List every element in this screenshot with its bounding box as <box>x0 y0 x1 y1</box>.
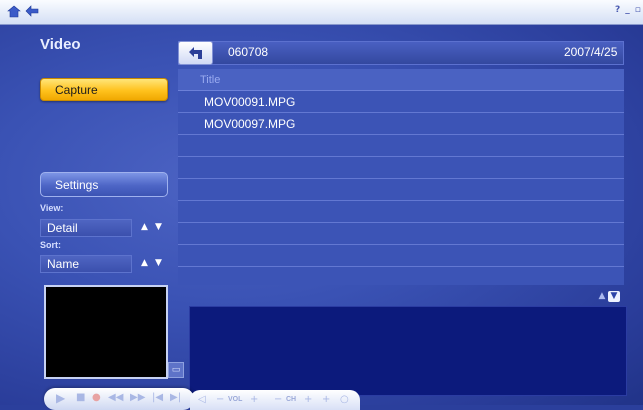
description-panel <box>189 306 627 396</box>
sort-label: Sort: <box>40 240 61 250</box>
next-icon[interactable]: ▶| <box>170 392 181 403</box>
back-arrow-icon[interactable] <box>24 3 40 19</box>
channel-up-icon[interactable]: + <box>304 394 312 405</box>
minimize-button[interactable]: _ <box>625 5 632 15</box>
view-label: View: <box>40 203 64 213</box>
up-folder-button[interactable] <box>178 41 213 65</box>
list-item-empty <box>178 179 624 201</box>
list-item-empty <box>178 223 624 245</box>
view-up-arrow-icon[interactable]: ▲ <box>138 221 151 234</box>
description-scroll: ▲ ▼ <box>596 291 620 302</box>
list-item-empty <box>178 245 624 267</box>
stop-icon[interactable]: ■ <box>76 392 85 403</box>
up-folder-icon <box>188 47 202 59</box>
scroll-down-icon[interactable]: ▼ <box>608 291 620 302</box>
capture-button[interactable]: Capture <box>40 78 168 101</box>
title-bar: ? _ ▫ <box>0 0 643 25</box>
column-header-title[interactable]: Title <box>178 69 624 91</box>
list-item[interactable]: MOV00091.MPG <box>178 91 624 113</box>
list-item[interactable]: MOV00097.MPG <box>178 113 624 135</box>
section-title: Video <box>40 36 81 53</box>
scroll-up-icon[interactable]: ▲ <box>596 291 608 302</box>
list-item-empty <box>178 135 624 157</box>
channel-next-icon[interactable]: + <box>322 394 330 405</box>
list-item-empty <box>178 157 624 179</box>
folder-date: 2007/4/25 <box>564 45 618 59</box>
folder-name: 060708 <box>228 45 269 59</box>
play-icon[interactable]: ▶ <box>56 391 65 405</box>
sort-value[interactable]: Name <box>40 255 132 273</box>
power-icon[interactable]: ○ <box>340 394 349 405</box>
window-controls: ? _ ▫ <box>612 5 643 15</box>
video-preview <box>44 285 168 379</box>
file-list: Title MOV00091.MPG MOV00097.MPG <box>178 69 624 285</box>
list-item-empty <box>178 201 624 223</box>
media-app-window: ? _ ▫ Video Capture Settings View: Detail … <box>0 0 643 410</box>
volume-up-icon[interactable]: + <box>250 394 258 405</box>
volume-label: VOL <box>228 396 243 403</box>
list-item-empty <box>178 267 624 289</box>
help-button[interactable]: ? <box>615 5 622 15</box>
view-selector: Detail ▲ ▼ <box>40 219 168 237</box>
channel-label: CH <box>286 396 297 403</box>
transport-bar: ▶ ■ ● ◀◀ ▶▶ |◀ ▶| <box>44 388 194 410</box>
settings-button[interactable]: Settings <box>40 172 168 197</box>
volume-down-icon[interactable]: − <box>216 394 224 405</box>
home-icon[interactable] <box>6 3 22 19</box>
mute-icon[interactable]: ◁ <box>198 394 206 405</box>
sort-up-arrow-icon[interactable]: ▲ <box>138 257 151 270</box>
volume-channel-bar: ◁ − VOL + − CH + + ○ <box>190 390 360 410</box>
record-icon[interactable]: ● <box>92 392 101 403</box>
fast-forward-icon[interactable]: ▶▶ <box>130 392 145 403</box>
channel-down-icon[interactable]: − <box>274 394 282 405</box>
sort-down-arrow-icon[interactable]: ▼ <box>152 257 165 270</box>
restore-button[interactable]: ▫ <box>635 5 643 15</box>
sort-selector: Name ▲ ▼ <box>40 255 168 273</box>
fullscreen-icon[interactable]: ▭ <box>168 362 184 378</box>
rewind-icon[interactable]: ◀◀ <box>108 392 123 403</box>
view-value[interactable]: Detail <box>40 219 132 237</box>
view-down-arrow-icon[interactable]: ▼ <box>152 221 165 234</box>
previous-icon[interactable]: |◀ <box>152 392 163 403</box>
